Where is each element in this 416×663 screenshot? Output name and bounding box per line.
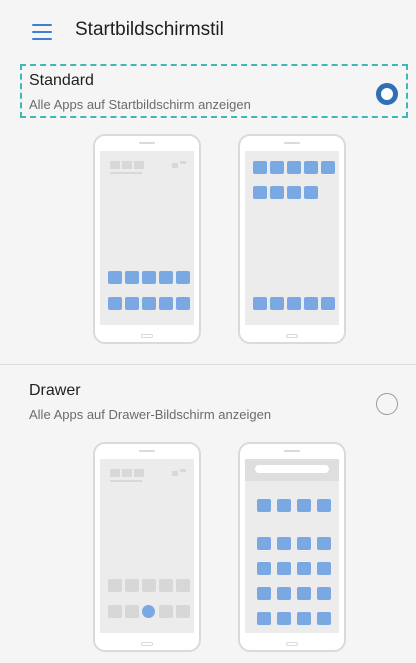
page-title: Startbildschirmstil [75,19,224,40]
option-drawer-description: Alle Apps auf Drawer-Bildschirm anzeigen [29,407,272,422]
menu-icon[interactable] [32,24,52,40]
radio-drawer[interactable] [376,393,398,415]
preview-drawer-apps [238,442,346,652]
radio-standard-selected[interactable] [376,83,398,105]
option-drawer-title: Drawer [29,382,81,399]
preview-screen [245,459,339,633]
option-standard-description: Alle Apps auf Startbildschirm anzeigen [29,97,251,112]
divider [0,364,416,365]
preview-drawer-home [93,442,201,652]
search-bar [255,465,329,473]
option-standard[interactable]: Standard Alle Apps auf Startbildschirm a… [0,64,416,359]
preview-standard-home [93,134,201,344]
app-header: Startbildschirmstil [0,0,416,62]
preview-screen [100,459,194,633]
option-drawer[interactable]: Drawer Alle Apps auf Drawer-Bildschirm a… [0,370,416,663]
option-standard-title: Standard [29,72,94,89]
preview-standard-apps [238,134,346,344]
drawer-button-icon [142,605,155,618]
preview-screen [245,151,339,325]
preview-screen [100,151,194,325]
